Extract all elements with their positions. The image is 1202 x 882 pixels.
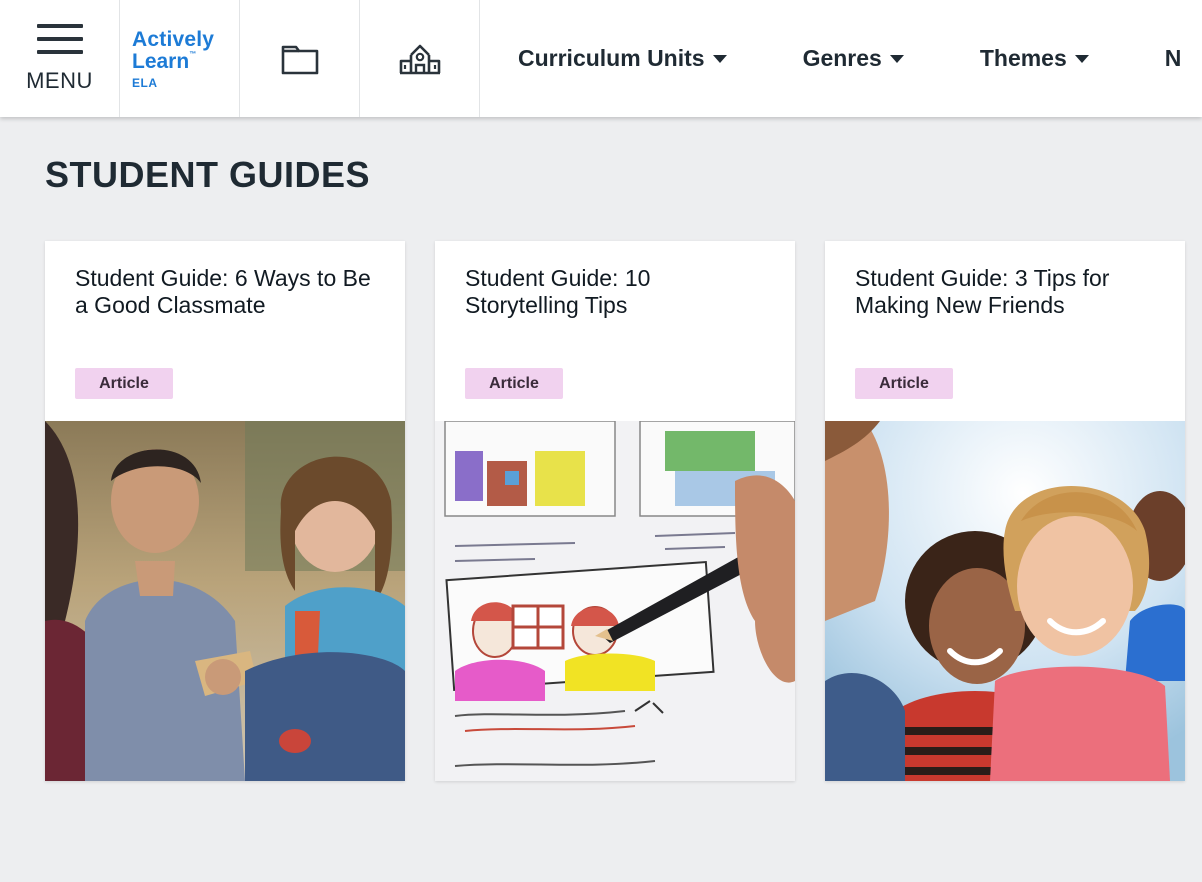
page-title: STUDENT GUIDES [45, 154, 371, 195]
content-type-badge: Article [465, 368, 563, 399]
folder-icon [281, 45, 318, 74]
card-thumbnail-storyboard-drawing[interactable] [435, 421, 795, 781]
top-navigation-bar: MENU Actively Learn™ ELA Curriculum Unit… [0, 0, 1202, 117]
school-icon [399, 44, 440, 74]
caret-down-icon [1074, 54, 1089, 63]
nav-curriculum-units[interactable]: Curriculum Units [518, 45, 727, 72]
nav-themes[interactable]: Themes [980, 45, 1089, 72]
caret-down-icon [712, 54, 727, 63]
guide-card[interactable]: Student Guide: 3 Tips for Making New Fri… [825, 241, 1185, 781]
card-title[interactable]: Student Guide: 10 Storytelling Tips [465, 265, 765, 319]
card-grid: Student Guide: 6 Ways to Be a Good Class… [45, 241, 1185, 781]
content-type-badge: Article [855, 368, 953, 399]
nav-item-truncated[interactable]: N [1165, 45, 1182, 72]
main-nav: Curriculum Units Genres Themes N [480, 0, 1202, 117]
library-button[interactable] [240, 0, 360, 117]
school-button[interactable] [360, 0, 480, 117]
card-thumbnail-students-laughing[interactable] [45, 421, 405, 781]
card-title[interactable]: Student Guide: 6 Ways to Be a Good Class… [75, 265, 375, 319]
logo-text-actively: Actively [132, 27, 215, 51]
logo-text-ela: ELA [132, 75, 158, 90]
hamburger-icon [36, 23, 83, 54]
actively-learn-logo[interactable]: Actively Learn™ ELA [120, 0, 240, 117]
card-title[interactable]: Student Guide: 3 Tips for Making New Fri… [855, 265, 1155, 319]
content-type-badge: Article [75, 368, 173, 399]
nav-genres[interactable]: Genres [803, 45, 904, 72]
guide-card[interactable]: Student Guide: 6 Ways to Be a Good Class… [45, 241, 405, 781]
card-thumbnail-smiling-kids[interactable] [825, 421, 1185, 781]
caret-down-icon [889, 54, 904, 63]
menu-label: MENU [26, 67, 93, 93]
menu-button[interactable]: MENU [0, 0, 120, 117]
logo-text-learn: Learn™ [132, 49, 197, 73]
guide-card[interactable]: Student Guide: 10 Storytelling Tips Arti… [435, 241, 795, 781]
